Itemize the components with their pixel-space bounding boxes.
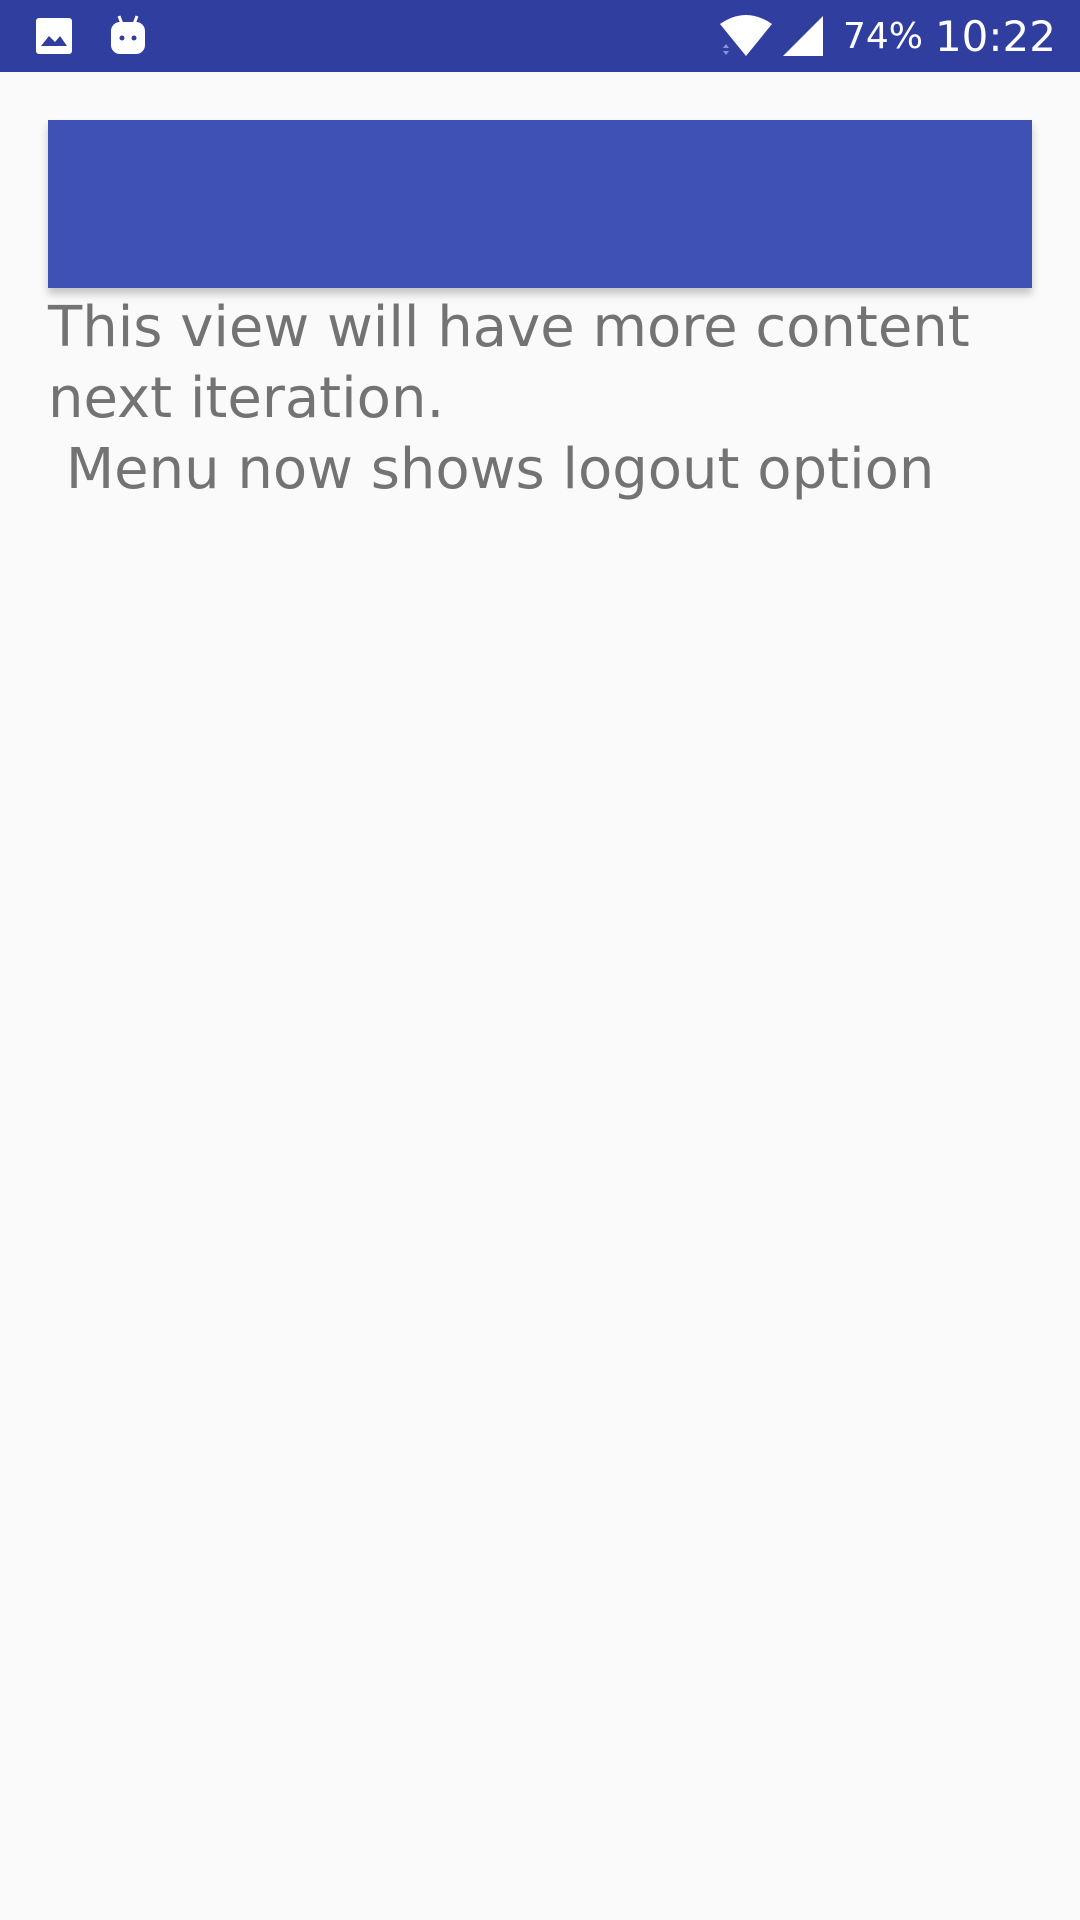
notification-icons: [34, 0, 148, 72]
wifi-icon: [719, 14, 773, 58]
content-message: This view will have more content next it…: [48, 295, 970, 502]
gallery-notification-icon: [34, 16, 74, 56]
android-notification-icon: [108, 14, 148, 58]
system-status: 74% 10:22: [719, 0, 1056, 72]
clock: 10:22: [934, 11, 1056, 61]
status-bar: 74% 10:22: [0, 0, 1080, 72]
cell-signal-icon: [781, 14, 825, 58]
app-toolbar: [48, 120, 1032, 288]
battery-level: 74%: [842, 15, 923, 57]
